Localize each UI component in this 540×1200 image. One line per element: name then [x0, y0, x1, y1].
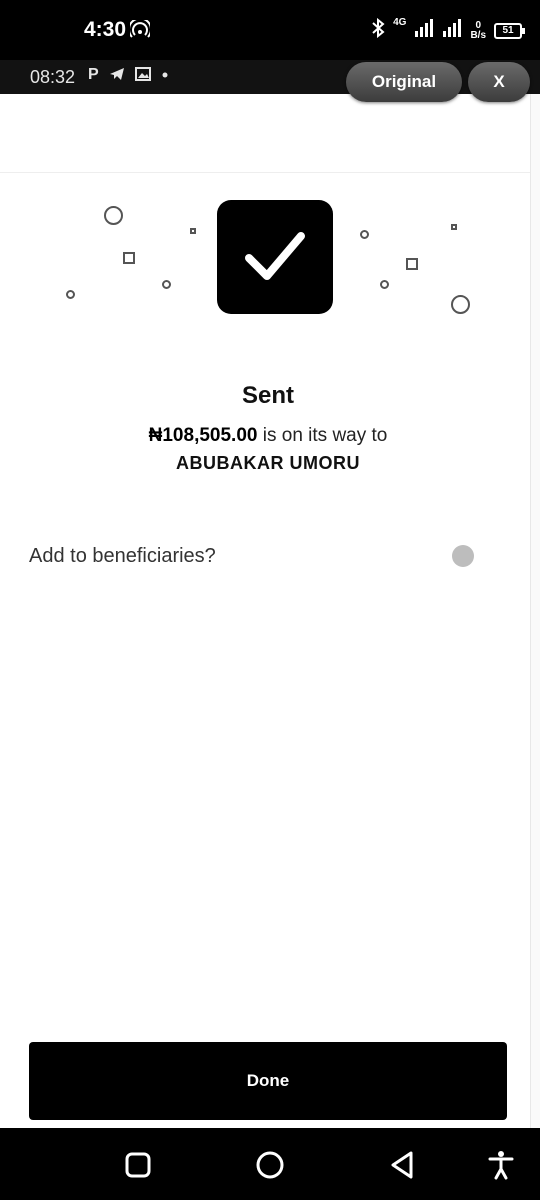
- home-button[interactable]: [253, 1148, 287, 1182]
- decor-circle: [360, 230, 369, 239]
- hotspot-icon: [128, 17, 152, 45]
- recipient-name: ABUBAKAR UMORU: [176, 453, 360, 473]
- header-divider: [0, 172, 530, 173]
- decor-square: [406, 258, 418, 270]
- decor-circle: [104, 206, 123, 225]
- decor-square: [123, 252, 135, 264]
- decor-circle: [162, 280, 171, 289]
- decor-square: [451, 224, 457, 230]
- inner-clock: 08:32: [30, 67, 76, 87]
- transfer-message: ₦108,505.00 is on its way to: [0, 425, 536, 447]
- recents-button[interactable]: [121, 1148, 155, 1182]
- decor-square: [190, 228, 196, 234]
- network-speed-unit: B/s: [470, 29, 486, 41]
- bluetooth-icon: [371, 17, 385, 43]
- checkmark-icon: [245, 230, 305, 289]
- system-nav-bar: [0, 1128, 540, 1200]
- device-clock: 4:30: [84, 18, 127, 41]
- app-notification-letter: P: [88, 66, 99, 83]
- dot-icon: [161, 66, 169, 87]
- success-badge: [217, 200, 333, 314]
- network-speed: 0 B/s: [470, 20, 486, 41]
- done-button[interactable]: Done: [29, 1042, 507, 1120]
- underlying-page-edge: [530, 94, 540, 1128]
- close-button[interactable]: X: [468, 62, 530, 102]
- decor-circle: [380, 280, 389, 289]
- signal-icon-1: [414, 19, 434, 42]
- original-button[interactable]: Original: [346, 62, 462, 102]
- app-screen: 08:32 P Original X Sent ₦108,505.00 is o…: [0, 60, 540, 1128]
- device-status-bar: 4:30 4G 0 B/s 51: [0, 0, 540, 60]
- transfer-amount: ₦108,505.00: [148, 425, 258, 446]
- signal-icon-2: [442, 19, 462, 42]
- gallery-icon: [134, 66, 151, 87]
- back-button[interactable]: [385, 1148, 419, 1182]
- accessibility-icon[interactable]: [484, 1148, 518, 1182]
- decor-circle: [66, 290, 75, 299]
- network-type-label: 4G: [393, 17, 407, 28]
- beneficiary-label: Add to beneficiaries?: [29, 545, 216, 567]
- transfer-message-text: is on its way to: [257, 425, 388, 446]
- decor-circle: [451, 295, 470, 314]
- page-title: Sent: [241, 382, 294, 409]
- battery-icon: 51: [494, 22, 525, 39]
- beneficiary-toggle[interactable]: [452, 545, 474, 567]
- telegram-icon: [109, 66, 125, 87]
